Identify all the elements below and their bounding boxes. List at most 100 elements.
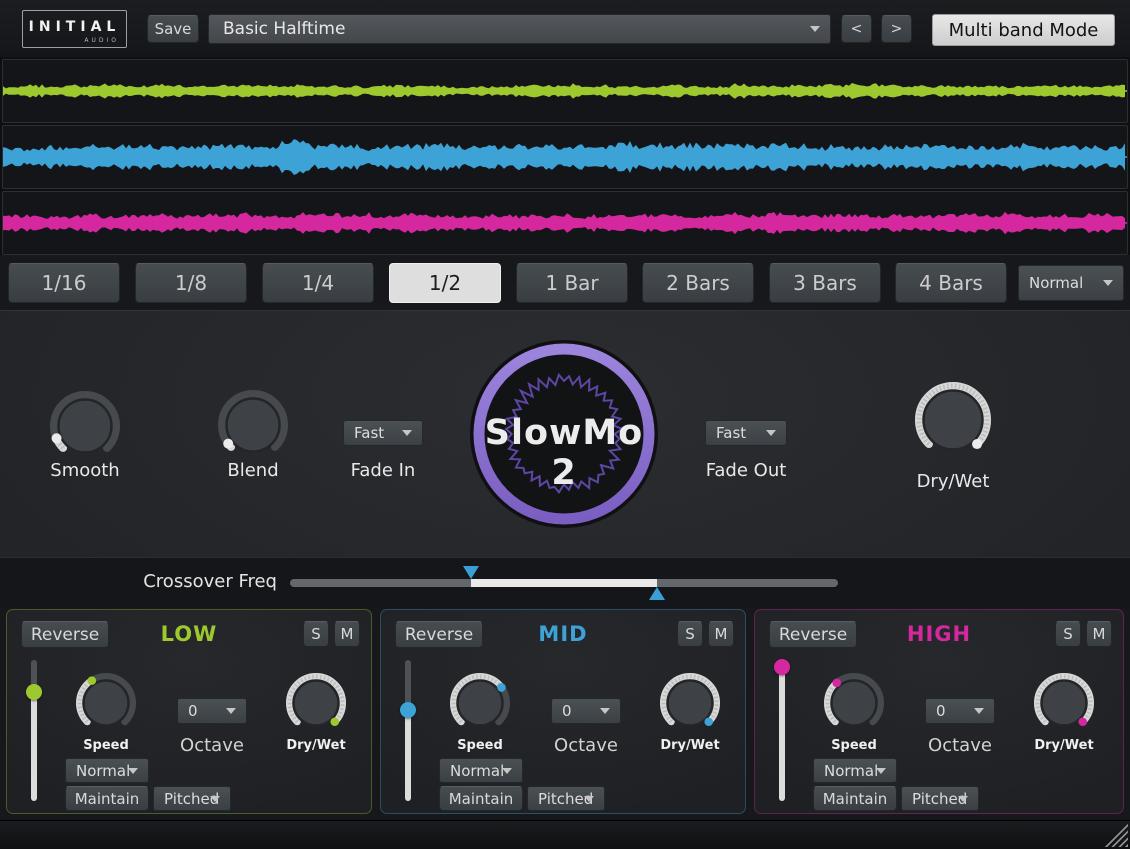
- slowmo-logo-text: SlowMo 2: [469, 413, 659, 493]
- division-button-1-bar[interactable]: 1 Bar: [516, 263, 628, 303]
- top-bar: INITIAL AUDIO Save Basic Halftime < > Mu…: [0, 0, 1130, 58]
- maintain-button[interactable]: Maintain: [65, 786, 149, 811]
- band-drywet-knob[interactable]: [285, 672, 347, 738]
- chevron-down-icon: [958, 796, 968, 802]
- preset-value: Basic Halftime: [223, 19, 345, 39]
- preset-dropdown[interactable]: Basic Halftime: [208, 14, 831, 44]
- octave-dropdown[interactable]: 0: [925, 698, 995, 724]
- main-controls-section: Smooth Blend Fast Fade In SlowMo 2 Fast: [0, 310, 1130, 558]
- solo-button[interactable]: S: [1055, 621, 1081, 647]
- mid-band-waveform: [2, 125, 1128, 189]
- chevron-down-icon: [766, 430, 776, 436]
- octave-label: Octave: [157, 735, 267, 756]
- maintain-button[interactable]: Maintain: [813, 786, 897, 811]
- drywet-label: Dry/Wet: [893, 471, 1013, 492]
- save-button[interactable]: Save: [147, 15, 199, 43]
- octave-dropdown[interactable]: 0: [177, 698, 247, 724]
- pitch-dropdown[interactable]: Pitched: [153, 786, 231, 811]
- octave-value: 0: [188, 702, 198, 720]
- high-band-waveform: [2, 191, 1128, 255]
- pitch-dropdown[interactable]: Pitched: [901, 786, 979, 811]
- crossover-section: Crossover Freq: [0, 557, 1130, 608]
- chevron-down-icon: [226, 708, 236, 714]
- speed-knob[interactable]: [823, 672, 885, 738]
- band-drywet-label: Dry/Wet: [640, 738, 740, 753]
- chevron-down-icon: [1103, 280, 1113, 286]
- division-button-1-16[interactable]: 1/16: [8, 263, 120, 303]
- next-preset-button[interactable]: >: [881, 15, 912, 43]
- resize-grip[interactable]: [1104, 823, 1128, 847]
- maintain-button[interactable]: Maintain: [439, 786, 523, 811]
- speed-label: Speed: [804, 738, 904, 753]
- waveform-display: [0, 57, 1130, 255]
- speed-mode-value: Normal: [824, 762, 878, 780]
- multi-band-mode-button[interactable]: Multi band Mode: [932, 14, 1115, 46]
- blend-label: Blend: [193, 460, 313, 481]
- solo-button[interactable]: S: [303, 621, 329, 647]
- low-band-waveform: [2, 59, 1128, 123]
- solo-button[interactable]: S: [677, 621, 703, 647]
- time-division-row: 1/16 1/8 1/4 1/2 1 Bar 2 Bars 3 Bars 4 B…: [0, 255, 1130, 310]
- octave-label: Octave: [905, 735, 1015, 756]
- band-level-slider[interactable]: [400, 658, 416, 803]
- band-panel-high: Reverse HIGH S M Speed 0 Octave Dry/Wet …: [754, 609, 1124, 814]
- band-level-slider[interactable]: [774, 658, 790, 803]
- octave-value: 0: [936, 702, 946, 720]
- mute-button[interactable]: M: [334, 621, 360, 647]
- octave-dropdown[interactable]: 0: [551, 698, 621, 724]
- band-sections: Reverse LOW S M Speed 0 Octave Dry/Wet N…: [0, 607, 1130, 820]
- chevron-down-icon: [810, 26, 820, 32]
- crossover-label: Crossover Freq: [0, 571, 277, 592]
- octave-label: Octave: [531, 735, 641, 756]
- speed-mode-dropdown[interactable]: Normal: [813, 758, 897, 783]
- fade-out-label: Fade Out: [686, 460, 806, 481]
- division-button-1-8[interactable]: 1/8: [135, 263, 247, 303]
- division-button-4-bars[interactable]: 4 Bars: [895, 263, 1007, 303]
- fade-in-label: Fade In: [323, 460, 443, 481]
- fade-out-value: Fast: [716, 424, 746, 442]
- crossover-active-segment: [471, 579, 657, 587]
- crossover-low-handle[interactable]: [463, 566, 479, 579]
- drywet-knob[interactable]: [914, 381, 992, 463]
- pitch-dropdown[interactable]: Pitched: [527, 786, 605, 811]
- chevron-down-icon: [210, 796, 220, 802]
- slowmo-logo: SlowMo 2: [469, 339, 659, 529]
- division-button-1-4[interactable]: 1/4: [262, 263, 374, 303]
- logo-subtitle: AUDIO: [84, 37, 119, 44]
- chevron-down-icon: [584, 796, 594, 802]
- speed-knob[interactable]: [75, 672, 137, 738]
- octave-value: 0: [562, 702, 572, 720]
- chevron-down-icon: [876, 768, 886, 774]
- blend-knob[interactable]: [217, 389, 289, 465]
- chevron-down-icon: [502, 768, 512, 774]
- band-drywet-knob[interactable]: [1033, 672, 1095, 738]
- speed-label: Speed: [56, 738, 156, 753]
- fade-in-value: Fast: [354, 424, 384, 442]
- chevron-down-icon: [402, 430, 412, 436]
- speed-mode-dropdown[interactable]: Normal: [65, 758, 149, 783]
- crossover-high-handle[interactable]: [649, 587, 665, 600]
- previous-preset-button[interactable]: <: [841, 15, 872, 43]
- playback-mode-dropdown[interactable]: Normal: [1018, 265, 1124, 301]
- speed-mode-dropdown[interactable]: Normal: [439, 758, 523, 783]
- crossover-track[interactable]: [290, 579, 838, 587]
- plugin-window: INITIAL AUDIO Save Basic Halftime < > Mu…: [0, 0, 1130, 848]
- chevron-down-icon: [600, 708, 610, 714]
- fade-out-dropdown[interactable]: Fast: [705, 420, 787, 446]
- band-drywet-knob[interactable]: [659, 672, 721, 738]
- mute-button[interactable]: M: [708, 621, 734, 647]
- logo-title: INITIAL: [23, 19, 126, 35]
- division-button-3-bars[interactable]: 3 Bars: [769, 263, 881, 303]
- mute-button[interactable]: M: [1086, 621, 1112, 647]
- band-panel-low: Reverse LOW S M Speed 0 Octave Dry/Wet N…: [6, 609, 372, 814]
- band-level-slider[interactable]: [26, 658, 42, 803]
- fade-in-dropdown[interactable]: Fast: [343, 420, 423, 446]
- division-button-2-bars[interactable]: 2 Bars: [642, 263, 754, 303]
- band-panel-mid: Reverse MID S M Speed 0 Octave Dry/Wet N…: [380, 609, 746, 814]
- division-button-1-2[interactable]: 1/2: [389, 263, 501, 303]
- band-drywet-label: Dry/Wet: [1014, 738, 1114, 753]
- smooth-label: Smooth: [25, 460, 145, 481]
- speed-label: Speed: [430, 738, 530, 753]
- speed-knob[interactable]: [449, 672, 511, 738]
- smooth-knob[interactable]: [49, 390, 121, 466]
